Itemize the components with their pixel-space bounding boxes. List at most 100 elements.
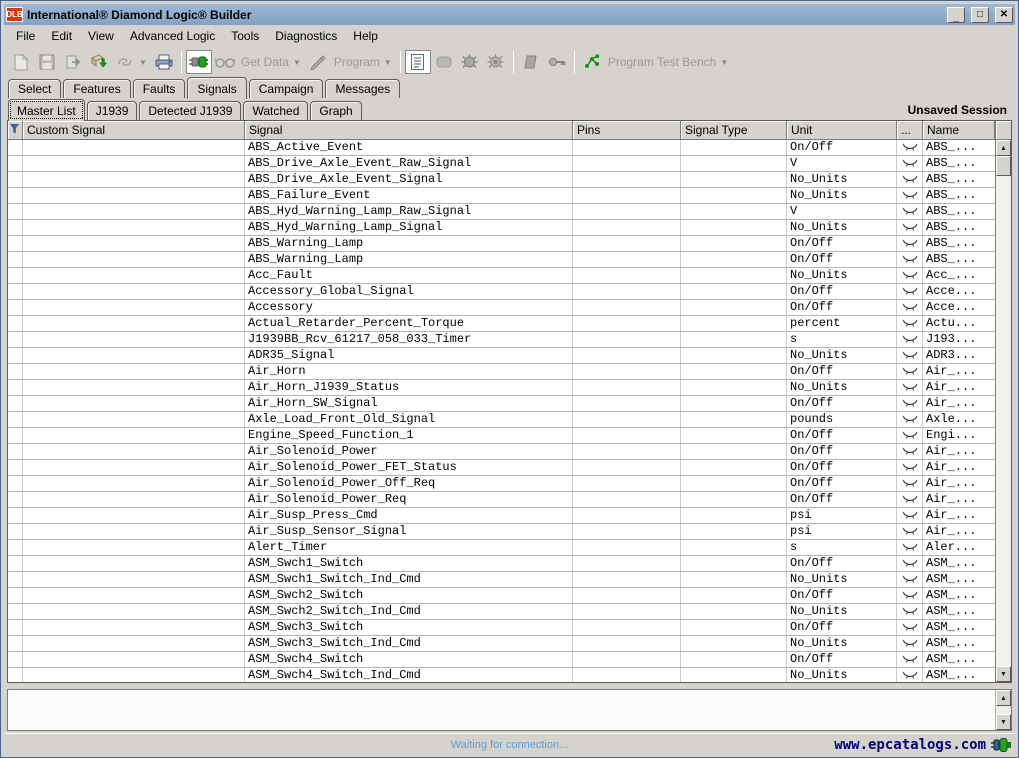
watch-toggle[interactable] xyxy=(897,268,923,283)
subtab-graph[interactable]: Graph xyxy=(310,101,361,120)
watch-toggle[interactable] xyxy=(897,380,923,395)
watch-toggle[interactable] xyxy=(897,588,923,603)
table-row[interactable]: ASM_Swch1_Switch_Ind_CmdNo_Units ASM_... xyxy=(8,572,995,588)
get-data-label[interactable]: Get Data xyxy=(241,55,289,69)
watch-toggle[interactable] xyxy=(897,172,923,187)
get-data-dropdown-caret[interactable]: ▼ xyxy=(293,58,301,67)
menu-diagnostics[interactable]: Diagnostics xyxy=(267,26,345,46)
watch-toggle[interactable] xyxy=(897,204,923,219)
watch-toggle[interactable] xyxy=(897,508,923,523)
column-header-unit[interactable]: Unit xyxy=(787,121,897,140)
message-scroll-down-button[interactable]: ▼ xyxy=(996,714,1011,730)
watch-toggle[interactable] xyxy=(897,252,923,267)
watch-toggle[interactable] xyxy=(897,604,923,619)
watch-toggle[interactable] xyxy=(897,412,923,427)
table-row[interactable]: ABS_Hyd_Warning_Lamp_Raw_SignalV ABS_... xyxy=(8,204,995,220)
table-row[interactable]: Axle_Load_Front_Old_Signalpounds Axle... xyxy=(8,412,995,428)
export-button[interactable] xyxy=(60,50,86,74)
menu-help[interactable]: Help xyxy=(345,26,386,46)
document-view-button[interactable] xyxy=(405,50,431,74)
table-row[interactable]: ABS_Warning_LampOn/Off ABS_... xyxy=(8,252,995,268)
watch-toggle[interactable] xyxy=(897,396,923,411)
debug-button-1[interactable] xyxy=(457,50,483,74)
watch-toggle[interactable] xyxy=(897,188,923,203)
table-row[interactable]: Acc_FaultNo_Units Acc_... xyxy=(8,268,995,284)
new-session-button[interactable] xyxy=(8,50,34,74)
menu-advanced-logic[interactable]: Advanced Logic xyxy=(122,26,223,46)
column-header-watch[interactable]: ... xyxy=(897,121,923,140)
menu-edit[interactable]: Edit xyxy=(43,26,80,46)
subtab-detected-j1939[interactable]: Detected J1939 xyxy=(139,101,241,120)
table-row[interactable]: ABS_Drive_Axle_Event_Raw_SignalV ABS_... xyxy=(8,156,995,172)
table-row[interactable]: ABS_Drive_Axle_Event_SignalNo_Units ABS_… xyxy=(8,172,995,188)
watch-toggle[interactable] xyxy=(897,620,923,635)
table-row[interactable]: ASM_Swch1_SwitchOn/Off ASM_... xyxy=(8,556,995,572)
watch-toggle[interactable] xyxy=(897,668,923,682)
tab-messages[interactable]: Messages xyxy=(325,79,400,98)
watch-toggle[interactable] xyxy=(897,316,923,331)
program-dropdown-caret[interactable]: ▼ xyxy=(384,58,392,67)
table-row[interactable]: AccessoryOn/Off Acce... xyxy=(8,300,995,316)
column-header-name[interactable]: Name xyxy=(923,121,995,140)
message-scroll-up-button[interactable]: ▲ xyxy=(996,690,1011,706)
table-row[interactable]: ASM_Swch4_Switch_Ind_CmdNo_Units ASM_... xyxy=(8,668,995,682)
raw-view-button[interactable] xyxy=(431,50,457,74)
subtab-watched[interactable]: Watched xyxy=(243,101,308,120)
column-header-signal[interactable]: Signal xyxy=(245,121,573,140)
table-row[interactable]: ASM_Swch2_SwitchOn/Off ASM_... xyxy=(8,588,995,604)
watch-toggle[interactable] xyxy=(897,540,923,555)
menu-tools[interactable]: Tools xyxy=(223,26,267,46)
watch-toggle[interactable] xyxy=(897,492,923,507)
table-row[interactable]: Air_Solenoid_PowerOn/Off Air_... xyxy=(8,444,995,460)
table-row[interactable]: ABS_Warning_LampOn/Off ABS_... xyxy=(8,236,995,252)
message-scrollbar-track[interactable] xyxy=(996,706,1011,714)
program-test-bench-button[interactable] xyxy=(579,50,605,74)
watch-toggle[interactable] xyxy=(897,636,923,651)
watch-toggle[interactable] xyxy=(897,460,923,475)
watch-toggle[interactable] xyxy=(897,444,923,459)
table-row[interactable]: Air_Solenoid_Power_Off_ReqOn/Off Air_... xyxy=(8,476,995,492)
watch-toggle[interactable] xyxy=(897,284,923,299)
watch-toggle[interactable] xyxy=(897,220,923,235)
tab-signals[interactable]: Signals xyxy=(187,77,246,99)
print-button[interactable] xyxy=(151,50,177,74)
table-row[interactable]: ABS_Hyd_Warning_Lamp_SignalNo_Units ABS_… xyxy=(8,220,995,236)
erase-button[interactable] xyxy=(518,50,544,74)
watch-toggle[interactable] xyxy=(897,524,923,539)
close-button[interactable]: ✕ xyxy=(995,7,1013,23)
column-header-signal-type[interactable]: Signal Type xyxy=(681,121,787,140)
program-test-bench-dropdown-caret[interactable]: ▼ xyxy=(720,58,728,67)
program-label[interactable]: Program xyxy=(334,55,380,69)
watch-toggle[interactable] xyxy=(897,652,923,667)
table-row[interactable]: Alert_Timers Aler... xyxy=(8,540,995,556)
table-row[interactable]: ASM_Swch2_Switch_Ind_CmdNo_Units ASM_... xyxy=(8,604,995,620)
watch-toggle[interactable] xyxy=(897,428,923,443)
table-row[interactable]: Actual_Retarder_Percent_Torquepercent Ac… xyxy=(8,316,995,332)
subtab-master-list[interactable]: Master List xyxy=(8,99,85,121)
table-row[interactable]: Air_Solenoid_Power_FET_StatusOn/Off Air_… xyxy=(8,460,995,476)
table-row[interactable]: ABS_Failure_EventNo_Units ABS_... xyxy=(8,188,995,204)
table-row[interactable]: Air_Horn_SW_SignalOn/Off Air_... xyxy=(8,396,995,412)
watch-toggle[interactable] xyxy=(897,572,923,587)
table-row[interactable]: Accessory_Global_SignalOn/Off Acce... xyxy=(8,284,995,300)
watch-toggle[interactable] xyxy=(897,556,923,571)
scroll-up-button[interactable]: ▲ xyxy=(996,140,1011,156)
menu-view[interactable]: View xyxy=(80,26,122,46)
table-row[interactable]: ADR35_SignalNo_Units ADR3... xyxy=(8,348,995,364)
watch-toggle[interactable] xyxy=(897,348,923,363)
sync-dropdown-caret[interactable]: ▼ xyxy=(139,58,147,67)
table-row[interactable]: Air_HornOn/Off Air_... xyxy=(8,364,995,380)
connect-button[interactable] xyxy=(186,50,212,74)
table-row[interactable]: ASM_Swch3_SwitchOn/Off ASM_... xyxy=(8,620,995,636)
program-test-bench-label[interactable]: Program Test Bench xyxy=(608,55,717,69)
refresh-data-button[interactable] xyxy=(86,50,112,74)
column-header-pins[interactable]: Pins xyxy=(573,121,681,140)
watch-toggle[interactable] xyxy=(897,140,923,155)
maximize-button[interactable]: □ xyxy=(971,7,989,23)
table-row[interactable]: ASM_Swch4_SwitchOn/Off ASM_... xyxy=(8,652,995,668)
table-row[interactable]: Air_Solenoid_Power_ReqOn/Off Air_... xyxy=(8,492,995,508)
get-data-button[interactable] xyxy=(212,50,238,74)
scrollbar-thumb[interactable] xyxy=(996,156,1011,176)
table-row[interactable]: Air_Susp_Sensor_Signalpsi Air_... xyxy=(8,524,995,540)
filter-header-cell[interactable] xyxy=(8,121,23,140)
